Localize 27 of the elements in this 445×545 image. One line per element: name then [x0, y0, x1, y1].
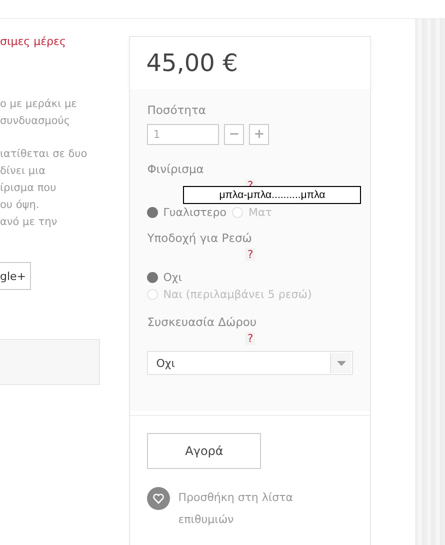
- help-mark[interactable]: ?: [245, 332, 256, 345]
- description-line: ιατίθεται σε δυο: [0, 147, 88, 162]
- option-label: Υποδοχή για Ρεσώ: [147, 231, 253, 245]
- option-label: Συσκευασία Δώρου: [147, 315, 258, 329]
- description-line: συνδυασμούς: [0, 114, 72, 129]
- buy-button[interactable]: Αγορά: [147, 433, 262, 469]
- wishlist-link[interactable]: Προσθήκη στη λίστα επιθυμιών: [178, 487, 308, 531]
- radio-label: Γυαλιστερο: [163, 206, 226, 219]
- notice-text: σιμες μέρες: [0, 35, 67, 48]
- share-button[interactable]: gle+: [0, 262, 31, 290]
- radio-label: Οχι: [163, 271, 182, 284]
- description-line: ο με μεράκι με: [0, 97, 78, 112]
- dropdown-icon: [336, 360, 346, 366]
- gift-select[interactable]: Οχι: [147, 351, 354, 375]
- radio-label: Ματ: [248, 206, 272, 219]
- help-mark[interactable]: ?: [245, 248, 256, 261]
- radio-button[interactable]: [147, 207, 158, 218]
- description-line: ανό με την: [0, 215, 58, 230]
- radio-button[interactable]: [147, 272, 158, 283]
- option-label: Φινίρισμα: [147, 162, 205, 176]
- description-line: ου όψη.: [0, 198, 40, 213]
- price: 45,00 €: [146, 49, 238, 77]
- tooltip: μπλα-μπλα..........μπλα: [183, 186, 362, 204]
- description-line: δίνει μια: [0, 164, 47, 179]
- quantity-label: Ποσότητα: [147, 103, 207, 117]
- description-line: ίρισμα που: [0, 181, 58, 196]
- radio-label: Ναι (περιλαμβάνει 5 ρεσώ): [163, 288, 312, 301]
